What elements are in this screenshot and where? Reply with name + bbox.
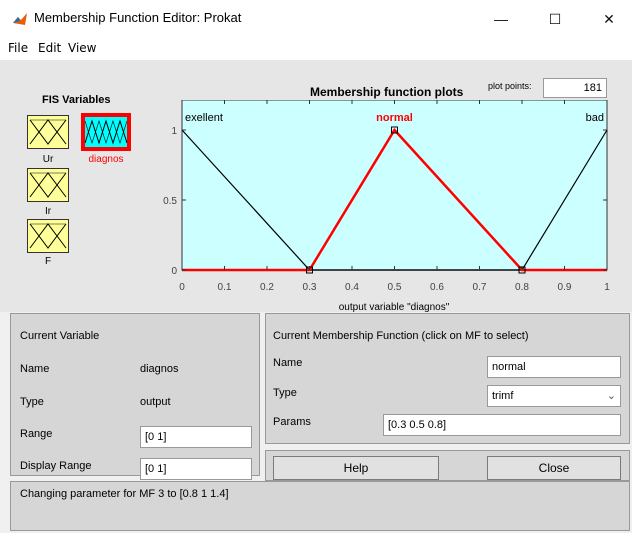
- x-tick-label: 0.3: [303, 282, 317, 293]
- minimize-button[interactable]: —: [478, 0, 524, 38]
- display-range-input[interactable]: [0 1]: [140, 458, 252, 480]
- status-bar: Changing parameter for MF 3 to [0.8 1 1.…: [10, 481, 630, 531]
- mf-label-bad: bad: [586, 112, 604, 124]
- mf-icon: [29, 223, 67, 249]
- window-title: Membership Function Editor: Prokat: [34, 10, 242, 25]
- variable-ur-box[interactable]: [27, 115, 69, 149]
- current-variable-title: Current Variable: [20, 330, 100, 342]
- x-tick-label: 0.9: [558, 282, 572, 293]
- matlab-icon: [12, 11, 28, 27]
- mf-icon: [29, 119, 67, 145]
- display-range-label: Display Range: [20, 460, 92, 472]
- variable-name-label: Name: [20, 363, 50, 375]
- variable-type-value: output: [140, 396, 171, 408]
- range-label: Range: [20, 428, 53, 440]
- mf-type-value: trimf: [492, 390, 514, 402]
- x-tick-label: 0.4: [345, 282, 359, 293]
- title-bar: Membership Function Editor: Prokat — ☐ ✕: [0, 0, 632, 38]
- status-text: Changing parameter for MF 3 to [0.8 1 1.…: [20, 488, 229, 500]
- mf-label-normal: normal: [376, 112, 413, 124]
- mf-plot[interactable]: exellent bad normal 0 0.1 0.2 0.3 0.4 0.5 0.6 0.7…: [150, 100, 620, 312]
- mf-label-exellent: exellent: [185, 112, 223, 124]
- menu-file[interactable]: File: [8, 41, 28, 55]
- x-tick-label: 0.8: [515, 282, 529, 293]
- variable-name-value: diagnos: [140, 363, 179, 375]
- maximize-button[interactable]: ☐: [532, 0, 578, 38]
- variable-ir-label: Ir: [44, 206, 52, 217]
- mf-name-input[interactable]: normal: [487, 356, 621, 378]
- mf-name-label: Name: [273, 357, 303, 369]
- variable-diagnos-box[interactable]: [81, 113, 131, 151]
- current-mf-title: Current Membership Function (click on MF…: [273, 330, 529, 342]
- mf-params-label: Params: [273, 416, 311, 428]
- y-tick-label: 0.5: [163, 196, 177, 207]
- chevron-down-icon: ⌄: [606, 390, 616, 402]
- fis-variables-title: FIS Variables: [42, 94, 111, 106]
- plot-points-label: plot points:: [488, 81, 532, 91]
- help-button[interactable]: Help: [273, 456, 439, 480]
- plot-points-input[interactable]: 181: [543, 78, 607, 98]
- y-tick-label: 1: [171, 126, 177, 137]
- mf-icon: [29, 172, 67, 198]
- x-tick-label: 0.6: [430, 282, 444, 293]
- x-tick-label: 0: [179, 282, 185, 293]
- variable-diagnos-label: diagnos: [88, 154, 124, 165]
- variable-ur-label: Ur: [42, 154, 54, 165]
- mf-type-label: Type: [273, 387, 297, 399]
- plot-area[interactable]: [181, 100, 608, 271]
- menu-edit[interactable]: Edit: [38, 41, 61, 55]
- variable-ir-box[interactable]: [27, 168, 69, 202]
- x-axis-label: output variable "diagnos": [339, 302, 450, 312]
- plot-title: Membership function plots: [310, 85, 464, 99]
- menu-bar: File Edit View: [0, 38, 632, 60]
- variable-f-box[interactable]: [27, 219, 69, 253]
- close-button[interactable]: Close: [487, 456, 621, 480]
- variable-f-label: F: [44, 256, 52, 267]
- close-window-button[interactable]: ✕: [586, 0, 632, 38]
- mf-icon: [84, 119, 128, 145]
- x-tick-label: 0.5: [388, 282, 402, 293]
- y-tick-label: 0: [171, 266, 177, 277]
- x-tick-label: 1: [604, 282, 610, 293]
- x-tick-label: 0.1: [218, 282, 232, 293]
- menu-view[interactable]: View: [68, 41, 96, 55]
- mf-type-select[interactable]: trimf ⌄: [487, 385, 621, 407]
- range-input[interactable]: [0 1]: [140, 426, 252, 448]
- variable-type-label: Type: [20, 396, 44, 408]
- x-tick-label: 0.7: [473, 282, 487, 293]
- x-tick-label: 0.2: [260, 282, 274, 293]
- mf-params-input[interactable]: [0.3 0.5 0.8]: [383, 414, 621, 436]
